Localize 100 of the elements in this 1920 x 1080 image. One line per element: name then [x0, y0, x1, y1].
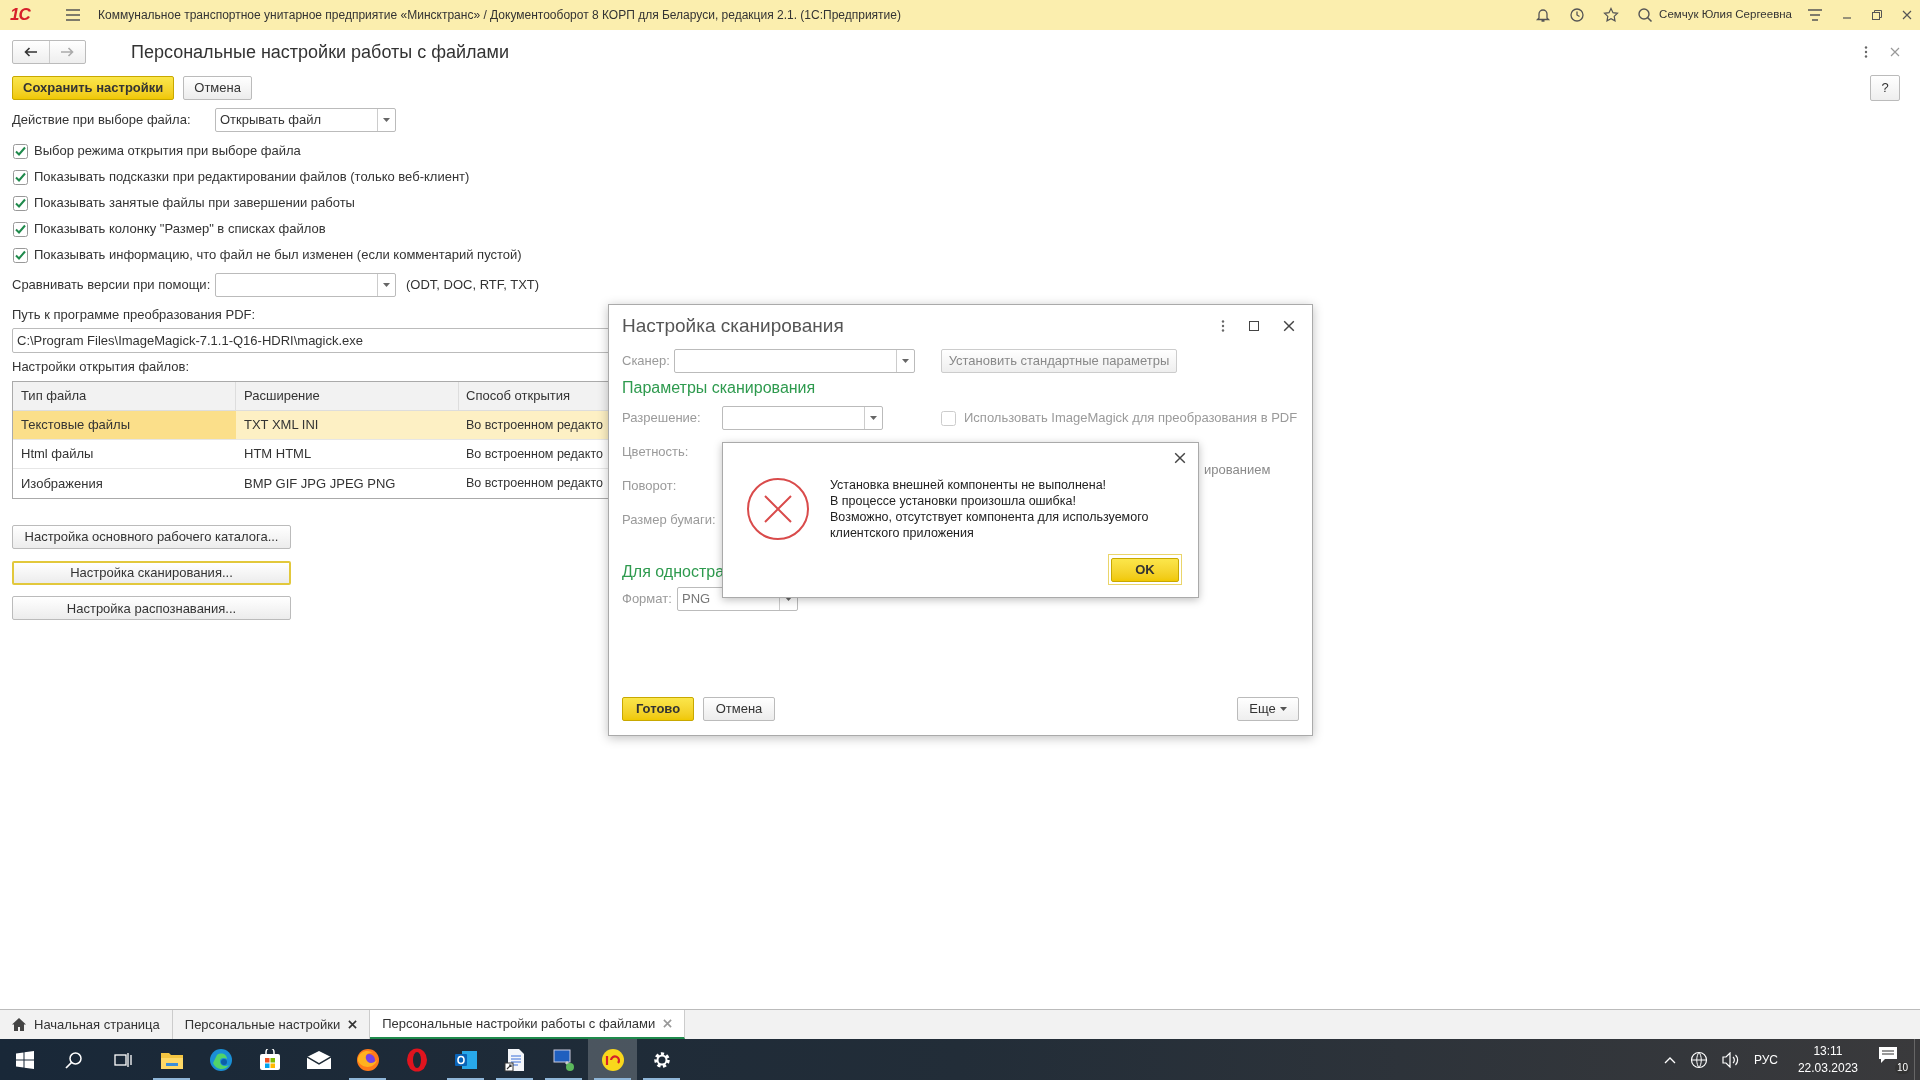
restore-icon[interactable]: [1872, 10, 1882, 20]
language-indicator[interactable]: РУС: [1753, 1050, 1778, 1069]
caret-icon[interactable]: [383, 283, 390, 287]
done-button[interactable]: Готово: [622, 697, 694, 721]
section-heading: Для одностра: [622, 562, 725, 582]
table-cell-text: HTM HTML: [243, 445, 313, 464]
table-cell-text: TXT XML INI: [243, 416, 320, 435]
tab[interactable]: Персональные настройки работы с файлами: [370, 1010, 686, 1039]
menu-icon[interactable]: [66, 9, 80, 21]
globe-icon[interactable]: [1689, 1050, 1708, 1069]
table-cell-text: Html файлы: [20, 445, 95, 464]
clock-time[interactable]: 13:11: [1813, 1042, 1843, 1060]
search-icon[interactable]: [64, 1050, 83, 1069]
save-button[interactable]: Сохранить настройки: [12, 76, 175, 100]
checkbox-label: Использовать ImageMagick для преобразования в PDF: [964, 409, 1298, 428]
error-icon: [746, 477, 810, 541]
chevron-up-icon[interactable]: [1663, 1055, 1676, 1064]
table-cell: Текстовые файлы: [13, 411, 236, 439]
checkbox-label: Показывать информацию, что файл не был изменен (если комментарий пустой): [34, 246, 522, 265]
windows-icon[interactable]: [15, 1050, 34, 1069]
field-label: Разрешение:: [622, 409, 702, 428]
section-heading: Параметры сканирования: [622, 378, 816, 398]
checkbox[interactable]: [13, 169, 28, 185]
field-label: Размер бумаги:: [622, 511, 717, 530]
store-icon[interactable]: [258, 1048, 281, 1071]
column-header[interactable]: Способ открытия: [459, 382, 609, 410]
document-icon[interactable]: [503, 1047, 526, 1072]
settings-button[interactable]: Настройка основного рабочего каталога...: [12, 524, 291, 549]
more-icon[interactable]: [1864, 46, 1868, 58]
page-title: Персональные настройки работы с файлами: [131, 40, 510, 64]
history-icon[interactable]: [1569, 7, 1586, 23]
settings-button[interactable]: Настройка сканирования...: [12, 560, 291, 585]
field-label: Формат:: [622, 590, 673, 609]
checkbox-label: Показывать колонку "Размер" в списках файлов: [34, 220, 326, 239]
checkbox[interactable]: [13, 195, 28, 211]
field-label: Путь к программе преобразования PDF:: [12, 306, 256, 325]
task-view-icon[interactable]: [113, 1050, 132, 1069]
dropdown-field[interactable]: [674, 349, 915, 373]
app-logo[interactable]: 1С: [10, 2, 46, 28]
browser-icon[interactable]: [355, 1047, 380, 1072]
settings-menu-icon[interactable]: [1808, 9, 1822, 21]
table-cell-text: BMP GIF JPG JPEG PNG: [243, 474, 397, 493]
field-label: Поворот:: [622, 477, 678, 496]
tab-label: Персональные настройки: [184, 1015, 341, 1034]
message-text: Установка внешней компоненты не выполнена!: [830, 477, 1108, 493]
dropdown-field[interactable]: [215, 273, 396, 297]
settings-icon[interactable]: [651, 1049, 672, 1070]
close-icon[interactable]: [348, 1020, 358, 1029]
search-icon[interactable]: [1637, 7, 1654, 23]
table-cell-text: Во встроенном редакто: [465, 445, 604, 463]
field-label: Цветность:: [622, 443, 690, 462]
table-row[interactable]: Текстовые файлы TXT XML INI Во встроенном редакто: [13, 411, 609, 440]
ok-button[interactable]: OK: [1111, 558, 1179, 582]
home-icon: [12, 1018, 26, 1031]
caret-icon[interactable]: [870, 416, 877, 420]
more-button[interactable]: Еще: [1237, 697, 1299, 721]
settings-button[interactable]: Настройка распознавания...: [12, 596, 291, 621]
caret-icon: [1279, 707, 1287, 711]
checkbox[interactable]: [13, 221, 28, 237]
mail-icon[interactable]: [306, 1050, 331, 1069]
close-icon[interactable]: [1902, 10, 1912, 20]
tab-label: Персональные настройки работы с файлами: [382, 1014, 656, 1033]
cancel-button[interactable]: Отмена: [703, 697, 775, 721]
notification-icon[interactable]: [1878, 1045, 1898, 1064]
cancel-button[interactable]: Отмена: [183, 76, 252, 100]
caret-icon[interactable]: [383, 118, 390, 122]
table-label: Настройки открытия файлов:: [12, 358, 190, 377]
checkbox-label: Показывать подсказки при редактировании файлов (только веб-клиент): [34, 168, 470, 187]
speaker-icon[interactable]: [1721, 1051, 1740, 1068]
table-cell-text: Во встроенном редакто: [465, 475, 604, 493]
app-icon[interactable]: [600, 1047, 625, 1072]
help-button[interactable]: ?: [1870, 75, 1900, 101]
field-label: Сравнивать версии при помощи:: [12, 276, 212, 295]
dropdown-field[interactable]: [722, 406, 883, 430]
close-icon[interactable]: [1283, 320, 1295, 332]
star-icon[interactable]: [1603, 7, 1620, 23]
field-label: Сканер:: [622, 352, 671, 371]
mail-app-icon[interactable]: [453, 1048, 478, 1071]
browser-icon[interactable]: [208, 1047, 233, 1072]
more-icon[interactable]: [1221, 320, 1225, 332]
user-name[interactable]: Семчук Юлия Сергеевна: [1659, 6, 1792, 24]
column-header[interactable]: Тип файла: [13, 382, 236, 410]
maximize-icon[interactable]: [1249, 321, 1259, 331]
format-hint: (ODT, DOC, RTF, TXT): [406, 276, 540, 295]
back-arrow-icon[interactable]: [23, 47, 38, 57]
checkbox-label: Показывать занятые файлы при завершении работы: [34, 194, 355, 213]
column-header[interactable]: Расширение: [236, 382, 459, 410]
clock-date[interactable]: 22.03.2023: [1797, 1059, 1858, 1077]
message-text: Возможно, отсутствует компонента для используемого клиентского приложения: [830, 509, 1150, 541]
checkbox[interactable]: [13, 247, 28, 263]
field-label: Действие при выборе файла:: [12, 111, 192, 130]
caret-icon[interactable]: [902, 359, 909, 363]
table-cell-text: Во встроенном редакто: [465, 416, 604, 434]
checkbox-label: Выбор режима открытия при выборе файла: [34, 142, 301, 161]
computer-icon[interactable]: [551, 1047, 576, 1072]
close-icon[interactable]: [1174, 452, 1186, 464]
dropdown-field[interactable]: Открывать файл: [215, 108, 396, 132]
bell-icon[interactable]: [1535, 7, 1552, 23]
window-title: Коммунальное транспортное унитарное предприятие «Минсктранс» / Документооборот 8 КОРП для Беларуси, редакция 2.1. (1С:Предприятие): [98, 7, 901, 24]
checkbox[interactable]: [13, 143, 28, 159]
